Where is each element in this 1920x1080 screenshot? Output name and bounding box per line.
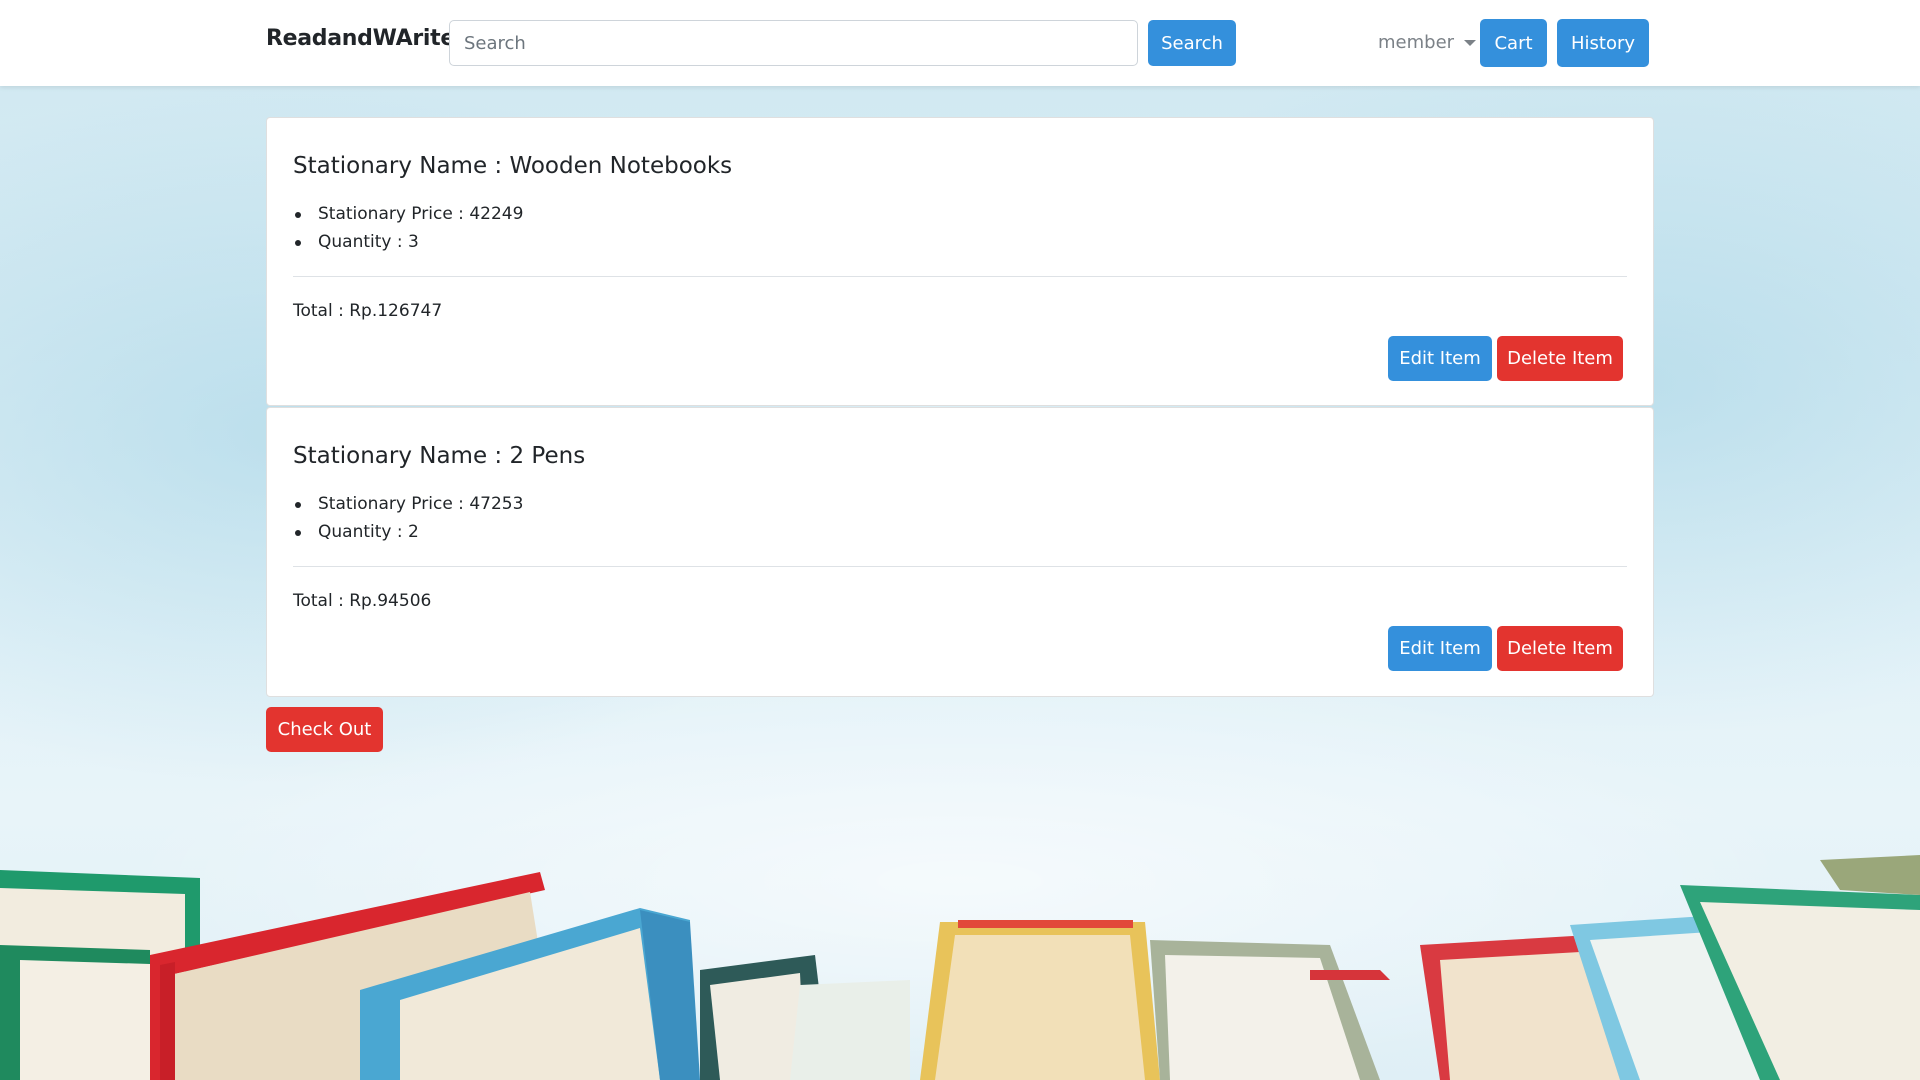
card-divider: [293, 566, 1627, 567]
item-quantity: Quantity : 2: [293, 518, 523, 546]
books-background-illustration: [0, 855, 1920, 1080]
card-divider: [293, 276, 1627, 277]
cart-item-card: Stationary Name : Wooden Notebooks Stati…: [266, 117, 1654, 406]
delete-item-button[interactable]: Delete Item: [1497, 336, 1623, 381]
cart-item-card: Stationary Name : 2 Pens Stationary Pric…: [266, 407, 1654, 697]
cart-button[interactable]: Cart: [1480, 19, 1547, 67]
search-button[interactable]: Search: [1148, 20, 1236, 66]
edit-item-button[interactable]: Edit Item: [1388, 336, 1492, 381]
item-title: Stationary Name : Wooden Notebooks: [293, 153, 733, 179]
item-details-list: Stationary Price : 47253 Quantity : 2: [293, 490, 523, 546]
checkout-button[interactable]: Check Out: [266, 707, 383, 752]
caret-down-icon: [1464, 39, 1477, 46]
item-total: Total : Rp.94506: [293, 591, 432, 611]
member-dropdown[interactable]: member: [1378, 32, 1477, 53]
member-label: member: [1378, 32, 1455, 53]
edit-item-button[interactable]: Edit Item: [1388, 626, 1492, 671]
item-price: Stationary Price : 42249: [293, 200, 523, 228]
item-price: Stationary Price : 47253: [293, 490, 523, 518]
delete-item-button[interactable]: Delete Item: [1497, 626, 1623, 671]
history-button[interactable]: History: [1557, 19, 1649, 67]
search-input[interactable]: [449, 20, 1138, 66]
brand-logo[interactable]: ReadandWArite: [266, 26, 455, 51]
item-quantity: Quantity : 3: [293, 228, 523, 256]
top-navbar: ReadandWArite Search member Cart History: [0, 0, 1920, 86]
item-details-list: Stationary Price : 42249 Quantity : 3: [293, 200, 523, 256]
item-title: Stationary Name : 2 Pens: [293, 443, 586, 469]
item-total: Total : Rp.126747: [293, 301, 443, 321]
